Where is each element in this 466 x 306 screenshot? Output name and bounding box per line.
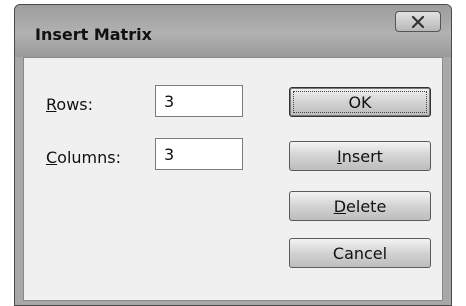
delete-label-rest: elete <box>346 196 387 216</box>
ok-button[interactable]: OK <box>289 87 431 117</box>
rows-label-mnemonic: R <box>46 95 57 114</box>
insert-button[interactable]: Insert <box>289 141 431 171</box>
rows-input[interactable] <box>155 85 243 117</box>
close-button[interactable] <box>395 11 441 32</box>
insert-button-label: Insert <box>337 147 383 166</box>
dialog-body: Rows: Columns: OK Insert Delete Cancel <box>23 57 443 301</box>
insert-matrix-dialog: Insert Matrix Rows: Columns: OK Insert D… <box>14 4 452 306</box>
columns-label-mnemonic: C <box>46 148 58 167</box>
cancel-button[interactable]: Cancel <box>289 238 431 268</box>
focus-rectangle <box>293 91 427 113</box>
close-icon <box>411 15 425 28</box>
insert-label-rest: nsert <box>341 146 383 166</box>
title-bar[interactable]: Insert Matrix <box>15 5 451 57</box>
rows-label-text: ows: <box>56 95 94 114</box>
rows-label: Rows: <box>46 95 93 114</box>
delete-button-label: Delete <box>334 197 387 216</box>
cancel-button-label: Cancel <box>332 243 388 263</box>
columns-label: Columns: <box>46 148 121 167</box>
delete-mnemonic: D <box>333 196 347 216</box>
dialog-title: Insert Matrix <box>35 25 152 44</box>
columns-label-text: olumns: <box>57 148 121 167</box>
columns-input[interactable] <box>155 138 243 170</box>
delete-button[interactable]: Delete <box>289 191 431 221</box>
